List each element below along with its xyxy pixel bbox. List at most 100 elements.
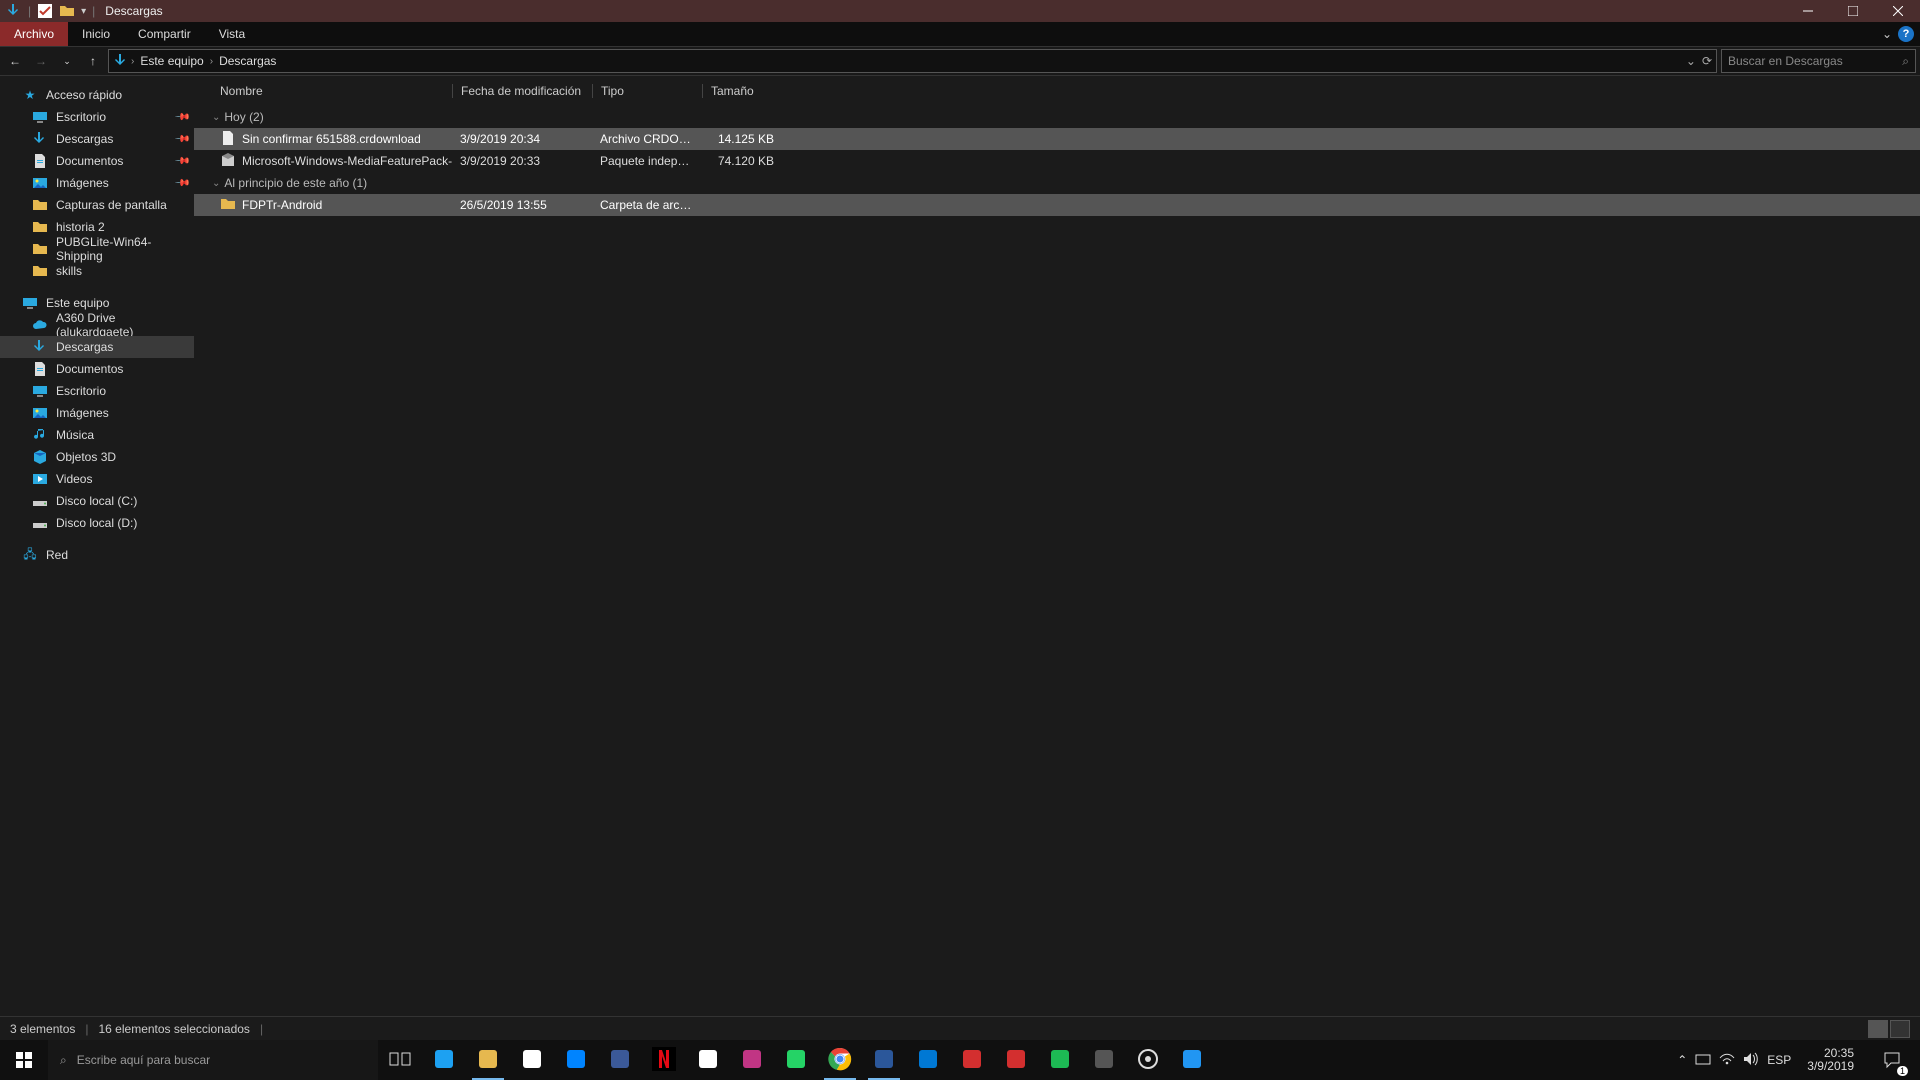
file-row[interactable]: Sin confirmar 651588.crdownload3/9/2019 … <box>194 128 1920 150</box>
file-group-header[interactable]: ⌄ Hoy (2) <box>194 106 1920 128</box>
documents-icon <box>32 361 48 377</box>
sidebar-item[interactable]: A360 Drive (alukardgaete) <box>0 314 194 336</box>
column-header-date[interactable]: Fecha de modificación <box>452 84 592 98</box>
tray-volume-icon[interactable] <box>1743 1052 1759 1069</box>
sidebar-item[interactable]: Objetos 3D <box>0 446 194 468</box>
taskbar-app-netflix[interactable] <box>642 1040 686 1080</box>
view-thumbnails-button[interactable] <box>1890 1020 1910 1038</box>
taskbar-app-whatsapp[interactable] <box>774 1040 818 1080</box>
help-icon[interactable]: ? <box>1898 26 1914 42</box>
file-group-header[interactable]: ⌄Al principio de este año (1) <box>194 172 1920 194</box>
folder-icon[interactable] <box>59 3 75 19</box>
star-icon: ★ <box>22 87 38 103</box>
nav-forward-button[interactable]: → <box>30 50 52 72</box>
sidebar-quick-access[interactable]: ★ Acceso rápido <box>0 84 194 106</box>
breadcrumb[interactable]: › Este equipo › Descargas ⌄ ⟳ <box>108 49 1717 73</box>
breadcrumb-dropdown-icon[interactable]: ⌄ <box>1686 54 1696 68</box>
sidebar-item[interactable]: Música <box>0 424 194 446</box>
search-input[interactable]: Buscar en Descargas ⌕ <box>1721 49 1916 73</box>
pin-icon: 📌 <box>173 175 190 192</box>
sidebar-item[interactable]: PUBGLite-Win64-Shipping <box>0 238 194 260</box>
sidebar-item[interactable]: skills <box>0 260 194 282</box>
sidebar-item[interactable]: Videos <box>0 468 194 490</box>
start-button[interactable] <box>0 1040 48 1080</box>
taskbar-app-spotify[interactable] <box>1038 1040 1082 1080</box>
action-center-button[interactable]: 1 <box>1870 1040 1914 1080</box>
chevron-right-icon[interactable]: › <box>131 56 134 67</box>
tray-wifi-icon[interactable] <box>1719 1053 1735 1068</box>
pin-icon: 📌 <box>173 109 190 126</box>
column-header-name[interactable]: Nombre <box>212 84 452 98</box>
sidebar-item[interactable]: Imágenes📌 <box>0 172 194 194</box>
maximize-button[interactable] <box>1830 0 1875 22</box>
taskbar-app-twitter[interactable] <box>422 1040 466 1080</box>
sidebar-item[interactable]: Descargas📌 <box>0 128 194 150</box>
breadcrumb-item[interactable]: Descargas <box>215 54 280 68</box>
group-label: Hoy (2) <box>224 110 263 124</box>
sidebar-item[interactable]: Descargas <box>0 336 194 358</box>
search-icon: ⌕ <box>60 1053 67 1068</box>
tab-inicio[interactable]: Inicio <box>68 22 124 46</box>
chevron-right-icon[interactable]: › <box>210 56 213 67</box>
taskbar-app-messenger[interactable] <box>554 1040 598 1080</box>
taskbar-app-nletter[interactable] <box>686 1040 730 1080</box>
qat-dropdown-icon[interactable]: ▾ <box>81 6 86 17</box>
taskbar-app-word[interactable] <box>862 1040 906 1080</box>
tray-overflow-icon[interactable]: ⌃ <box>1677 1053 1687 1067</box>
checkbox-icon[interactable] <box>37 3 53 19</box>
file-row[interactable]: FDPTr-Android26/5/2019 13:55Carpeta de a… <box>194 194 1920 216</box>
taskbar-app-chrome[interactable] <box>818 1040 862 1080</box>
taskbar-app-task-view[interactable] <box>378 1040 422 1080</box>
taskbar-clock[interactable]: 20:35 3/9/2019 <box>1799 1047 1862 1073</box>
videos-icon <box>32 471 48 487</box>
column-header-type[interactable]: Tipo <box>592 84 702 98</box>
close-button[interactable] <box>1875 0 1920 22</box>
sidebar-item[interactable]: Escritorio📌 <box>0 106 194 128</box>
nav-recent-button[interactable]: ⌄ <box>56 50 78 72</box>
taskbar-app-calendar[interactable] <box>906 1040 950 1080</box>
sidebar-item[interactable]: Disco local (D:) <box>0 512 194 534</box>
column-header-size[interactable]: Tamaño <box>702 84 782 98</box>
taskbar-app-file-explorer[interactable] <box>466 1040 510 1080</box>
taskbar-app-ninja[interactable] <box>1082 1040 1126 1080</box>
taskbar-app-facebook[interactable] <box>598 1040 642 1080</box>
sidebar-item[interactable]: Documentos📌 <box>0 150 194 172</box>
nletter-icon <box>696 1047 720 1074</box>
taskbar-app-autocad[interactable] <box>950 1040 994 1080</box>
taskbar-app-settings[interactable] <box>1126 1040 1170 1080</box>
sidebar-item[interactable]: Capturas de pantalla <box>0 194 194 216</box>
window-title: Descargas <box>105 4 162 18</box>
sidebar-item[interactable]: Documentos <box>0 358 194 380</box>
minimize-button[interactable] <box>1785 0 1830 22</box>
chevron-down-icon: ⌄ <box>212 112 220 123</box>
refresh-icon[interactable]: ⟳ <box>1702 54 1712 68</box>
sidebar-item-label: Videos <box>56 472 92 486</box>
nav-back-button[interactable]: ← <box>4 50 26 72</box>
package-icon <box>220 152 236 171</box>
taskbar-app-instagram[interactable] <box>730 1040 774 1080</box>
sidebar-item-label: Documentos <box>56 362 123 376</box>
taskbar-app-msi[interactable] <box>994 1040 1038 1080</box>
calendar-icon <box>916 1047 940 1074</box>
nav-up-button[interactable]: ↑ <box>82 50 104 72</box>
quick-access-toolbar: | ▾ | <box>6 3 95 19</box>
view-details-button[interactable] <box>1868 1020 1888 1038</box>
file-row[interactable]: Microsoft-Windows-MediaFeaturePack-O...3… <box>194 150 1920 172</box>
taskbar-app-ms-store[interactable] <box>510 1040 554 1080</box>
sidebar-item[interactable]: Escritorio <box>0 380 194 402</box>
taskbar-app-lutris[interactable] <box>1170 1040 1214 1080</box>
ribbon-tabs: Archivo Inicio Compartir Vista ⌄ ? <box>0 22 1920 46</box>
file-date: 26/5/2019 13:55 <box>452 198 592 212</box>
tray-people-icon[interactable] <box>1695 1051 1711 1070</box>
sidebar-item[interactable]: Imágenes <box>0 402 194 424</box>
file-list-pane: Nombre Fecha de modificación Tipo Tamaño… <box>194 76 1920 1016</box>
taskbar-search[interactable]: ⌕ Escribe aquí para buscar <box>48 1040 378 1080</box>
tray-language[interactable]: ESP <box>1767 1053 1791 1067</box>
breadcrumb-item[interactable]: Este equipo <box>136 54 207 68</box>
tab-archivo[interactable]: Archivo <box>0 22 68 46</box>
tab-vista[interactable]: Vista <box>205 22 259 46</box>
ribbon-collapse-icon[interactable]: ⌄ <box>1882 27 1892 41</box>
sidebar-item[interactable]: Disco local (C:) <box>0 490 194 512</box>
tab-compartir[interactable]: Compartir <box>124 22 205 46</box>
sidebar-network[interactable]: 🖧 Red <box>0 544 194 566</box>
